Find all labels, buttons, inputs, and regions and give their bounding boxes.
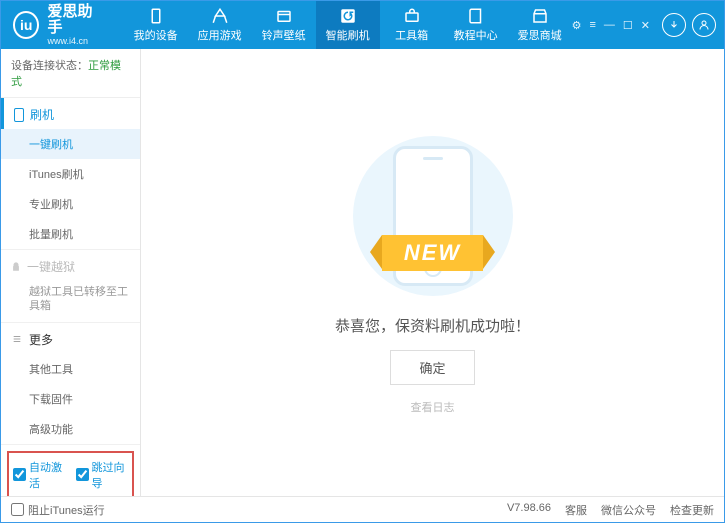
close-icon[interactable]: ✕ <box>641 19 650 32</box>
app-url: www.i4.cn <box>47 37 103 47</box>
sidebar-item-oneclick-flash[interactable]: 一键刷机 <box>1 129 140 159</box>
jailbreak-note: 越狱工具已转移至工具箱 <box>1 281 140 322</box>
nav-tutorials[interactable]: 教程中心 <box>444 1 508 49</box>
sidebar-item-itunes-flash[interactable]: iTunes刷机 <box>1 159 140 189</box>
nav-store[interactable]: 爱思商城 <box>508 1 572 49</box>
service-link[interactable]: 客服 <box>565 502 587 518</box>
apps-icon <box>211 7 229 25</box>
body: 设备连接状态：正常模式 刷机 一键刷机 iTunes刷机 专业刷机 批量刷机 一… <box>1 49 724 496</box>
sidebar-head-more[interactable]: 更多 <box>1 323 140 354</box>
titlebar-controls: ⚙ ≡ — ☐ ✕ <box>572 13 724 37</box>
footer: 阻止iTunes运行 V7.98.66 客服 微信公众号 检查更新 <box>1 496 724 522</box>
check-auto-activate[interactable]: 自动激活 <box>13 459 66 491</box>
success-illustration: NEW <box>333 131 533 301</box>
titlebar: iu 爱思助手 www.i4.cn 我的设备 应用游戏 铃声壁纸 智能刷机 工具… <box>1 1 724 49</box>
phone-icon <box>147 7 165 25</box>
sidebar: 设备连接状态：正常模式 刷机 一键刷机 iTunes刷机 专业刷机 批量刷机 一… <box>1 49 141 496</box>
main-content: NEW 恭喜您，保资料刷机成功啦！ 确定 查看日志 <box>141 49 724 496</box>
folder-icon <box>275 7 293 25</box>
download-button[interactable] <box>662 13 686 37</box>
nav-apps[interactable]: 应用游戏 <box>188 1 252 49</box>
minimize-icon[interactable]: — <box>604 19 615 32</box>
app-name: 爱思助手 <box>47 4 103 37</box>
nav-flash[interactable]: 智能刷机 <box>316 1 380 49</box>
ok-button[interactable]: 确定 <box>390 350 474 385</box>
update-link[interactable]: 检查更新 <box>670 502 714 518</box>
version-label: V7.98.66 <box>507 502 551 518</box>
logo-area: iu 爱思助手 www.i4.cn <box>1 4 116 47</box>
checkbox-group-highlighted: 自动激活 跳过向导 <box>7 451 134 496</box>
main-nav: 我的设备 应用游戏 铃声壁纸 智能刷机 工具箱 教程中心 爱思商城 <box>124 1 572 49</box>
list-icon <box>11 334 23 344</box>
wechat-link[interactable]: 微信公众号 <box>601 502 656 518</box>
device-status: 设备连接状态：正常模式 <box>1 49 140 98</box>
view-log-link[interactable]: 查看日志 <box>411 399 455 415</box>
settings-icon[interactable]: ⚙ <box>572 19 582 32</box>
check-block-itunes[interactable]: 阻止iTunes运行 <box>11 502 105 518</box>
sidebar-item-other-tools[interactable]: 其他工具 <box>1 354 140 384</box>
sidebar-item-download-fw[interactable]: 下载固件 <box>1 384 140 414</box>
sidebar-item-advanced[interactable]: 高级功能 <box>1 414 140 444</box>
sidebar-item-batch-flash[interactable]: 批量刷机 <box>1 219 140 249</box>
nav-toolbox[interactable]: 工具箱 <box>380 1 444 49</box>
nav-ringtones[interactable]: 铃声壁纸 <box>252 1 316 49</box>
sidebar-head-flash[interactable]: 刷机 <box>1 98 140 129</box>
sidebar-item-pro-flash[interactable]: 专业刷机 <box>1 189 140 219</box>
check-skip-guide[interactable]: 跳过向导 <box>76 459 129 491</box>
phone-icon <box>14 108 24 122</box>
maximize-icon[interactable]: ☐ <box>623 19 633 32</box>
success-message: 恭喜您，保资料刷机成功啦！ <box>335 315 530 336</box>
toolbox-icon <box>403 7 421 25</box>
logo-icon: iu <box>13 11 39 39</box>
nav-my-device[interactable]: 我的设备 <box>124 1 188 49</box>
app-window: iu 爱思助手 www.i4.cn 我的设备 应用游戏 铃声壁纸 智能刷机 工具… <box>0 0 725 523</box>
book-icon <box>467 7 485 25</box>
menu-icon[interactable]: ≡ <box>589 19 595 32</box>
store-icon <box>531 7 549 25</box>
lock-icon <box>11 262 21 272</box>
user-button[interactable] <box>692 13 716 37</box>
new-ribbon: NEW <box>382 235 483 271</box>
sidebar-head-jailbreak: 一键越狱 <box>1 250 140 281</box>
refresh-icon <box>339 7 357 25</box>
